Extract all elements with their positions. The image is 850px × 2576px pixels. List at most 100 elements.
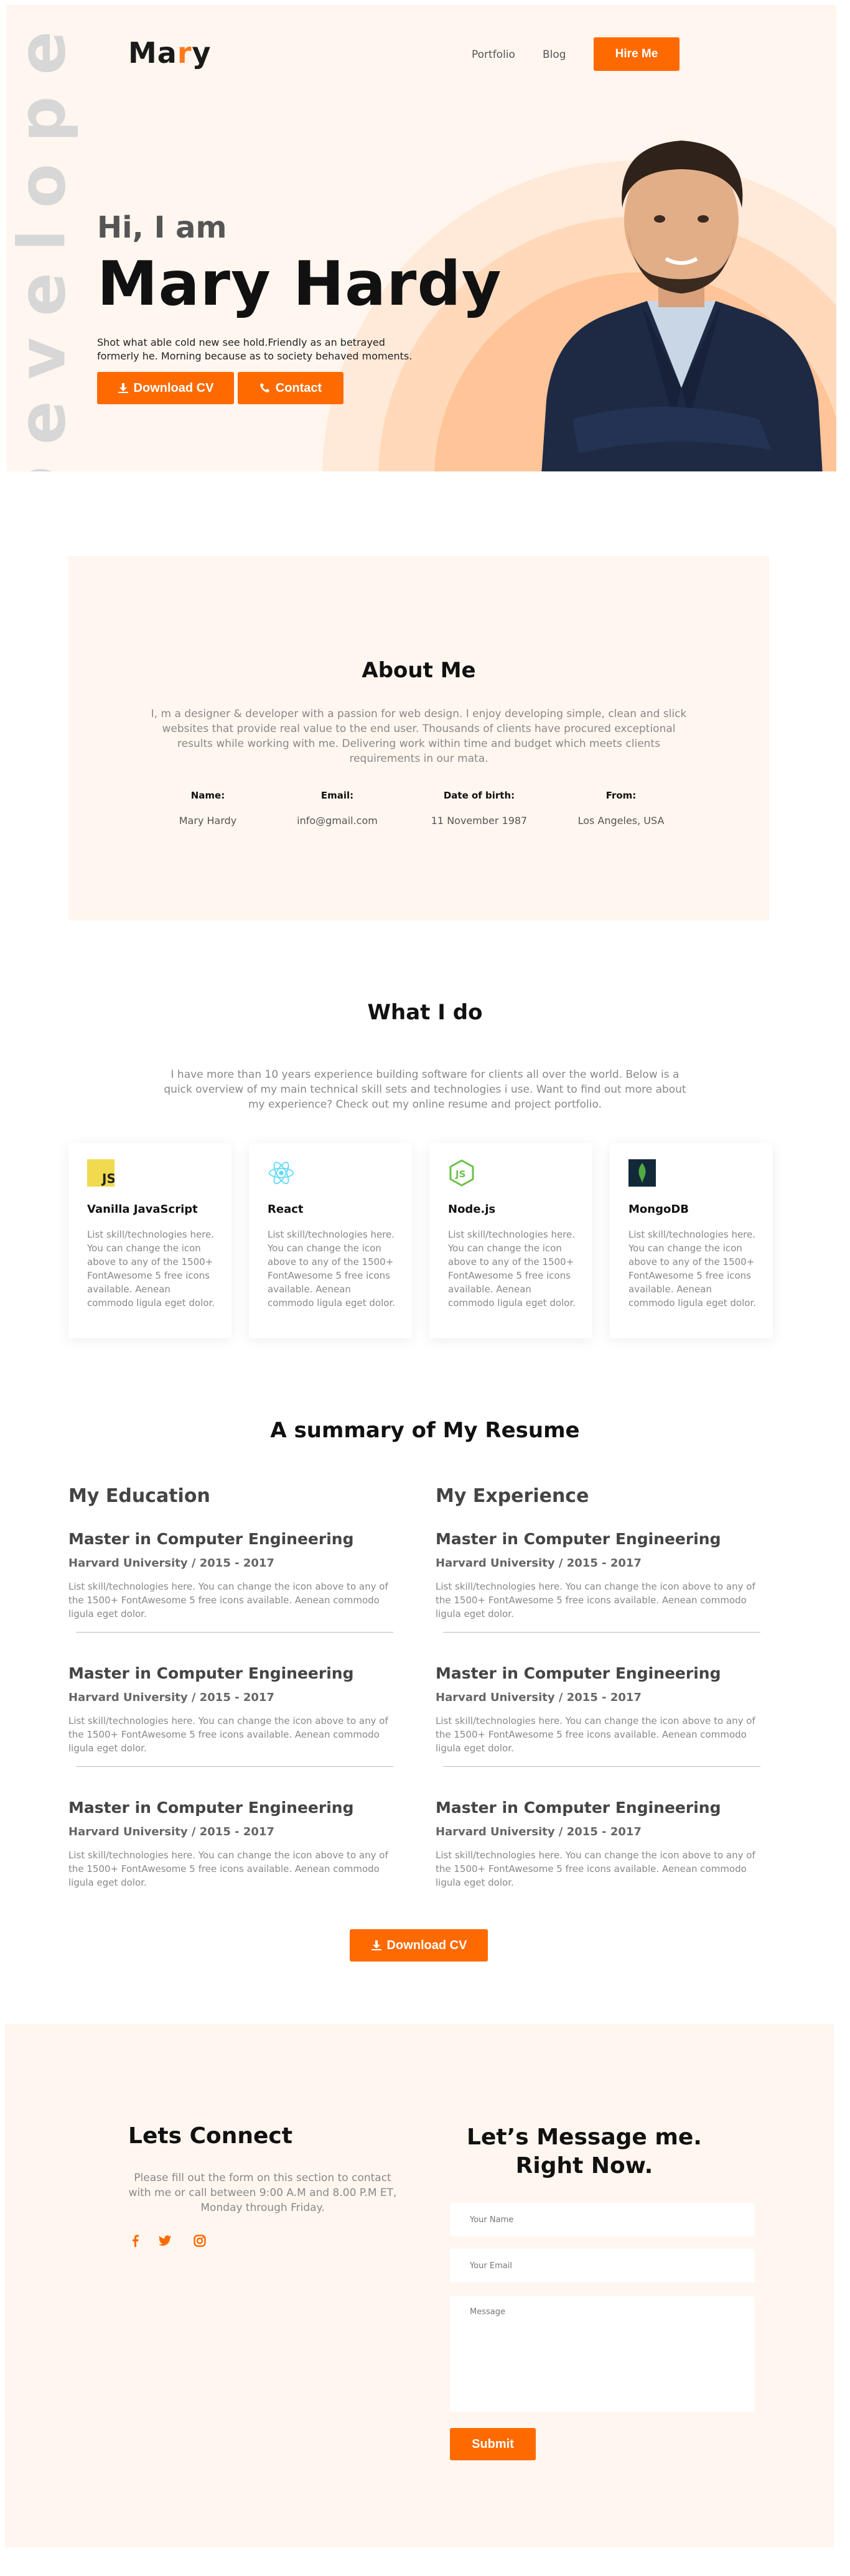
mongodb-icon bbox=[628, 1159, 656, 1187]
info-label: From: bbox=[605, 790, 637, 801]
download-cv-label: Download CV bbox=[133, 381, 214, 395]
resume-title: A summary of My Resume bbox=[270, 1418, 580, 1443]
info-value: Los Angeles, USA bbox=[577, 815, 665, 827]
about-info-row: Name: Mary Hardy Email: info@gmail.com D… bbox=[68, 790, 769, 833]
react-icon bbox=[268, 1159, 295, 1187]
entry-subtitle: Harvard University / 2015 - 2017 bbox=[68, 1691, 274, 1704]
entry-subtitle: Harvard University / 2015 - 2017 bbox=[436, 1825, 642, 1838]
experience-entry: Master in Computer Engineering Harvard U… bbox=[436, 1664, 768, 1797]
info-value: Mary Hardy bbox=[179, 815, 237, 827]
nav-link-blog[interactable]: Blog bbox=[543, 49, 566, 61]
skill-card-mongodb[interactable]: MongoDB List skill/technologies here. Yo… bbox=[610, 1143, 773, 1338]
site-logo[interactable]: Mary bbox=[128, 36, 212, 70]
info-email: Email: info@gmail.com bbox=[263, 790, 412, 827]
resume-download-cv-label: Download CV bbox=[386, 1938, 467, 1952]
resume-download-cv-button[interactable]: Download CV bbox=[350, 1929, 488, 1962]
entry-title: Master in Computer Engineering bbox=[68, 1530, 354, 1548]
hire-me-button[interactable]: Hire Me bbox=[594, 37, 680, 71]
entry-title: Master in Computer Engineering bbox=[436, 1530, 721, 1548]
entry-title: Master in Computer Engineering bbox=[68, 1664, 354, 1682]
instagram-icon[interactable] bbox=[192, 2233, 208, 2249]
experience-entry: Master in Computer Engineering Harvard U… bbox=[436, 1799, 768, 1932]
hero-greeting: Hi, I am bbox=[97, 210, 227, 245]
skill-card-nodejs[interactable]: JS Node.js List skill/technologies here.… bbox=[429, 1143, 592, 1338]
entry-subtitle: Harvard University / 2015 - 2017 bbox=[68, 1825, 274, 1838]
contact-description: Please fill out the form on this section… bbox=[128, 2172, 397, 2214]
info-label: Date of birth: bbox=[443, 790, 515, 801]
info-value: 11 November 1987 bbox=[431, 815, 528, 827]
logo-text-end: y bbox=[192, 36, 212, 70]
top-navbar: Mary Portfolio Blog Hire Me bbox=[6, 5, 836, 98]
nodejs-icon: JS bbox=[448, 1159, 475, 1187]
contact-label: Contact bbox=[275, 381, 322, 395]
info-value[interactable]: info@gmail.com bbox=[263, 815, 412, 827]
skill-description: List skill/technologies here. You can ch… bbox=[628, 1229, 757, 1309]
about-section: About Me I, m a designer & developer wit… bbox=[68, 556, 769, 920]
twitter-icon[interactable] bbox=[157, 2233, 173, 2249]
name-field[interactable] bbox=[450, 2203, 755, 2236]
contact-section: Lets Connect Please fill out the form on… bbox=[5, 2024, 834, 2547]
info-dob: Date of birth: 11 November 1987 bbox=[404, 790, 554, 827]
services-title: What I do bbox=[367, 1000, 483, 1025]
entry-title: Master in Computer Engineering bbox=[68, 1799, 354, 1817]
experience-column: My Experience Master in Computer Enginee… bbox=[436, 1485, 768, 1932]
entry-subtitle: Harvard University / 2015 - 2017 bbox=[436, 1691, 642, 1704]
svg-text:JS: JS bbox=[101, 1171, 114, 1186]
education-entry: Master in Computer Engineering Harvard U… bbox=[68, 1530, 401, 1663]
contact-button[interactable]: Contact bbox=[238, 372, 343, 404]
info-label: Email: bbox=[320, 790, 354, 801]
logo-text-accent: r bbox=[177, 36, 192, 70]
info-label: Name: bbox=[190, 790, 225, 801]
skill-name: React bbox=[268, 1203, 304, 1216]
logo-text-start: Ma bbox=[128, 36, 177, 70]
skill-description: List skill/technologies here. You can ch… bbox=[268, 1229, 396, 1309]
hero-tagline: Shot what able cold new see hold.Friendl… bbox=[97, 336, 413, 362]
entry-divider bbox=[443, 1766, 760, 1767]
info-from: From: Los Angeles, USA bbox=[546, 790, 696, 827]
education-column: My Education Master in Computer Engineer… bbox=[68, 1485, 401, 1932]
entry-description: List skill/technologies here. You can ch… bbox=[68, 1581, 388, 1619]
js-icon: JS bbox=[87, 1159, 114, 1187]
hero-section: Developer Mary Portfolio Blog Hire Me Hi… bbox=[6, 5, 836, 471]
form-title: Let’s Message me. Right Now. bbox=[467, 2124, 702, 2179]
about-title: About Me bbox=[362, 658, 476, 683]
experience-entry: Master in Computer Engineering Harvard U… bbox=[436, 1530, 768, 1663]
education-heading: My Education bbox=[68, 1485, 210, 1507]
nav-link-portfolio[interactable]: Portfolio bbox=[472, 49, 515, 61]
entry-description: List skill/technologies here. You can ch… bbox=[68, 1715, 388, 1754]
facebook-icon[interactable] bbox=[127, 2233, 143, 2249]
download-icon bbox=[118, 383, 128, 393]
experience-heading: My Experience bbox=[436, 1485, 589, 1507]
entry-divider bbox=[76, 1632, 393, 1633]
entry-subtitle: Harvard University / 2015 - 2017 bbox=[68, 1557, 274, 1570]
submit-button[interactable]: Submit bbox=[450, 2428, 536, 2460]
about-description: I, m a designer & developer with a passi… bbox=[151, 708, 687, 765]
entry-description: List skill/technologies here. You can ch… bbox=[436, 1850, 755, 1888]
page: Developer Mary Portfolio Blog Hire Me Hi… bbox=[0, 5, 850, 2547]
education-entry: Master in Computer Engineering Harvard U… bbox=[68, 1664, 401, 1797]
entry-description: List skill/technologies here. You can ch… bbox=[68, 1850, 388, 1888]
contact-title: Lets Connect bbox=[128, 2123, 292, 2149]
entry-description: List skill/technologies here. You can ch… bbox=[436, 1715, 755, 1754]
skill-name: MongoDB bbox=[628, 1203, 689, 1216]
svg-text:JS: JS bbox=[455, 1169, 465, 1180]
skill-description: List skill/technologies here. You can ch… bbox=[87, 1229, 215, 1309]
entry-title: Master in Computer Engineering bbox=[436, 1664, 721, 1682]
skill-name: Vanilla JavaScript bbox=[87, 1203, 198, 1216]
entry-subtitle: Harvard University / 2015 - 2017 bbox=[436, 1557, 642, 1570]
entry-divider bbox=[76, 1766, 393, 1767]
skill-card-javascript[interactable]: JS Vanilla JavaScript List skill/technol… bbox=[68, 1143, 231, 1338]
entry-title: Master in Computer Engineering bbox=[436, 1799, 721, 1817]
entry-description: List skill/technologies here. You can ch… bbox=[436, 1581, 755, 1619]
phone-icon bbox=[259, 383, 269, 392]
skill-card-react[interactable]: React List skill/technologies here. You … bbox=[249, 1143, 412, 1338]
skill-description: List skill/technologies here. You can ch… bbox=[448, 1229, 576, 1309]
education-entry: Master in Computer Engineering Harvard U… bbox=[68, 1799, 401, 1932]
email-field[interactable] bbox=[450, 2249, 755, 2282]
download-cv-button[interactable]: Download CV bbox=[97, 372, 234, 404]
hero-name: Mary Hardy bbox=[97, 249, 502, 320]
services-description: I have more than 10 years experience bui… bbox=[164, 1068, 686, 1111]
skill-name: Node.js bbox=[448, 1203, 496, 1216]
message-field[interactable] bbox=[450, 2296, 755, 2412]
info-name: Name: Mary Hardy bbox=[133, 790, 283, 827]
